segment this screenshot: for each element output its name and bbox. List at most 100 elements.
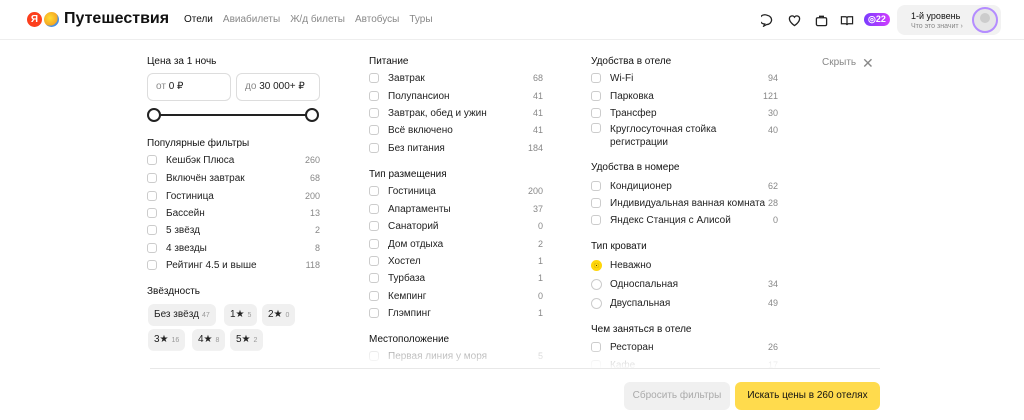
checkbox[interactable] [369, 291, 379, 301]
checkbox[interactable] [369, 221, 379, 231]
popular-filter-option[interactable]: 5 звёзд [147, 223, 200, 237]
popular-filter-option[interactable]: Кешбэк Плюса [147, 153, 234, 167]
accommodation-option[interactable]: Хостел [369, 254, 421, 268]
checkbox[interactable] [369, 143, 379, 153]
user-avatar[interactable] [972, 7, 998, 33]
price-from-input[interactable]: от 0 ₽ [147, 73, 231, 101]
suitcase-icon[interactable] [814, 13, 828, 27]
checkbox[interactable] [369, 256, 379, 266]
accommodation-option[interactable]: Апартаменты [369, 202, 451, 216]
food-option[interactable]: Без питания [369, 141, 445, 155]
food-option[interactable]: Завтрак, обед и ужин [369, 106, 487, 120]
radio-button[interactable] [591, 259, 602, 271]
stars-filter-button[interactable]: 2★ 0 [262, 304, 296, 326]
room-amenity-option[interactable]: Кондиционер [591, 179, 672, 193]
accommodation-option[interactable]: Дом отдыха [369, 237, 443, 251]
checkbox[interactable] [147, 208, 157, 218]
hotel-amenity-option[interactable]: Wi-Fi [591, 71, 633, 85]
hotel-amenity-option[interactable]: Трансфер [591, 106, 657, 120]
hotel-amenity-option[interactable]: Парковка [591, 89, 654, 103]
option-label-text: Кондиционер [610, 180, 672, 192]
hotel-amenity-option[interactable]: Круглосуточная стойка регистрации [591, 123, 716, 149]
food-option[interactable]: Всё включено [369, 123, 453, 137]
accommodation-option[interactable]: Санаторий [369, 219, 439, 233]
option-label-text: Неважно [610, 259, 652, 271]
bed-type-option[interactable]: Неважно [591, 258, 651, 272]
popular-filter-option[interactable]: Гостиница [147, 189, 214, 203]
room-amenity-option[interactable]: Яндекс Станция с Алисой [591, 213, 731, 227]
checkbox[interactable] [591, 108, 601, 118]
stars-filter-button[interactable]: 4★ 8 [192, 329, 226, 351]
option-label: Завтрак [388, 73, 425, 84]
hide-filters-link[interactable]: Скрыть [822, 57, 856, 68]
stars-filter-button[interactable]: 3★ 16 [148, 329, 186, 351]
popular-filter-option[interactable]: Рейтинг 4.5 и выше [147, 258, 257, 272]
bed-type-option[interactable]: Двуспальная [591, 296, 670, 310]
yandex-logo-icon[interactable]: Я [27, 12, 42, 27]
option-label: Санаторий [388, 221, 439, 232]
price-slider-track[interactable] [152, 114, 312, 116]
search-hotels-button[interactable]: Искать цены в 260 отелях [735, 382, 880, 410]
checkbox[interactable] [369, 308, 379, 318]
reset-filters-button[interactable]: Сбросить фильтры [624, 382, 730, 410]
checkbox[interactable] [591, 181, 601, 191]
popular-filter-count: 8 [314, 243, 320, 253]
nav-buses[interactable]: Автобусы [355, 14, 399, 25]
checkbox[interactable] [369, 273, 379, 283]
checkbox[interactable] [147, 191, 157, 201]
popular-filter-option[interactable]: 4 звезды [147, 241, 207, 255]
room-amenity-option[interactable]: Индивидуальная ванная комната [591, 196, 765, 210]
price-to-input[interactable]: до 30 000+ ₽ [236, 73, 320, 101]
stars-filter-button[interactable]: 1★ 5 [224, 304, 258, 326]
bed-type-count: 49 [767, 298, 778, 308]
accommodation-option[interactable]: Гостиница [369, 184, 436, 198]
nav-flights[interactable]: Авиабилеты [223, 14, 280, 25]
checkbox[interactable] [147, 155, 157, 165]
checkbox[interactable] [369, 239, 379, 249]
nav-trains[interactable]: Ж/д билеты [290, 14, 345, 25]
nav-tours[interactable]: Туры [409, 14, 432, 25]
checkbox[interactable] [591, 198, 601, 208]
travel-globe-icon[interactable] [44, 12, 59, 27]
stars-filter-button[interactable]: 5★ 2 [230, 329, 264, 351]
bed-type-option[interactable]: Односпальная [591, 277, 678, 291]
popular-filter-option[interactable]: Включён завтрак [147, 171, 245, 185]
food-option[interactable]: Полупансион [369, 89, 450, 103]
plus-points-badge[interactable]: ◎22 [864, 13, 890, 26]
checkbox[interactable] [369, 125, 379, 135]
level-info-link[interactable]: Что это значит › [911, 23, 963, 30]
stars-filter-button[interactable]: Без звёзд 47 [148, 304, 216, 326]
checkbox[interactable] [369, 108, 379, 118]
radio-button[interactable] [591, 297, 602, 309]
checkbox[interactable] [369, 73, 379, 83]
checkbox[interactable] [147, 225, 157, 235]
popular-filter-option[interactable]: Бассейн [147, 206, 205, 220]
checkbox[interactable] [369, 204, 379, 214]
checkbox[interactable] [147, 243, 157, 253]
food-option[interactable]: Завтрак [369, 71, 425, 85]
checkbox[interactable] [591, 123, 601, 133]
checkbox[interactable] [369, 186, 379, 196]
checkbox[interactable] [369, 91, 379, 101]
checkbox[interactable] [591, 73, 601, 83]
price-from-prefix: от [156, 81, 166, 92]
accommodation-option[interactable]: Кемпинг [369, 289, 426, 303]
option-label: Кемпинг [388, 291, 426, 302]
user-level-widget[interactable]: 1-й уровень Что это значит › [897, 5, 1001, 35]
checkbox[interactable] [591, 215, 601, 225]
radio-button[interactable] [591, 278, 602, 290]
checkbox[interactable] [591, 91, 601, 101]
checkbox[interactable] [147, 173, 157, 183]
close-icon[interactable]: ✕ [862, 55, 874, 72]
heart-icon[interactable] [787, 13, 801, 27]
brand-title[interactable]: Путешествия [64, 10, 169, 28]
accommodation-option[interactable]: Турбаза [369, 271, 425, 285]
nav-hotels[interactable]: Отели [184, 14, 213, 25]
checkbox[interactable] [147, 260, 157, 270]
book-icon[interactable] [840, 13, 854, 27]
option-label-text: Гостиница [388, 185, 436, 197]
chat-icon[interactable] [760, 13, 774, 27]
accommodation-option[interactable]: Глэмпинг [369, 306, 431, 320]
price-slider-min-handle[interactable] [147, 108, 161, 122]
price-slider-max-handle[interactable] [305, 108, 319, 122]
